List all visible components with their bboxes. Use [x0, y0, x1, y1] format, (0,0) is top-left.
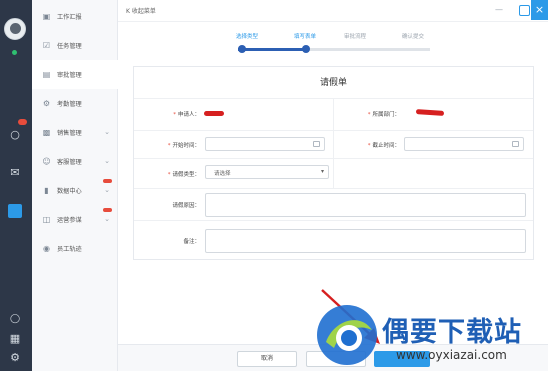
settings-gear-icon[interactable]: ⚙	[8, 351, 22, 365]
chat-icon[interactable]: ○	[8, 128, 22, 142]
app-rail: ○ ✉ ◯ ▦ ⚙	[0, 0, 32, 371]
watermark-url: www.oyxiazai.com	[396, 348, 507, 362]
step-1-dot	[238, 45, 246, 53]
calendar-icon[interactable]	[313, 141, 320, 147]
sidebar-item-label: 客服管理	[57, 159, 82, 166]
step-3-label: 审批流程	[344, 34, 367, 40]
chat-badge	[18, 119, 27, 125]
attendance-icon: ⚙	[42, 99, 51, 108]
step-2-label: 填写表单	[294, 34, 317, 40]
sidebar-item-attendance-management[interactable]: ⚙ 考勤管理	[32, 89, 118, 118]
remark-label: 备注：	[183, 239, 200, 245]
end-time-label: * 截止时间：	[367, 143, 400, 149]
online-status-icon	[12, 50, 17, 55]
sidebar-item-label: 数据中心	[57, 188, 82, 195]
applicant-redaction	[204, 111, 224, 116]
customer-service-icon: ☺	[42, 157, 51, 166]
sidebar-item-label: 员工轨迹	[57, 246, 82, 253]
sidebar-item-customer-service[interactable]: ☺ 客服管理 ⌄	[32, 147, 118, 176]
step-1-label: 选择类型	[236, 34, 259, 40]
sidebar: ▣ 工作汇报 ☑ 任务管理 ▤ 审批管理 ⚙ 考勤管理 ▩ 销售管理 ⌄ ☺ 客…	[32, 0, 118, 371]
calendar-icon[interactable]	[512, 141, 519, 147]
leave-request-form: 请假单 * 申请人： * 所属部门： * 开始时间： * 截止时间： * 请假类型： 请选…	[133, 66, 534, 260]
sidebar-item-label: 审批管理	[57, 72, 82, 79]
sidebar-item-sales-management[interactable]: ▩ 销售管理 ⌄	[32, 118, 118, 147]
sidebar-item-label: 考勤管理	[57, 101, 82, 108]
apps-grid-icon[interactable]: ▦	[8, 332, 22, 346]
page-header: K 收起菜单 — ×	[118, 0, 548, 22]
help-icon[interactable]: ◯	[8, 312, 22, 326]
sidebar-item-approval-management[interactable]: ▤ 审批管理	[32, 60, 118, 89]
new-badge	[103, 179, 112, 183]
step-progress-line	[238, 48, 308, 51]
collapse-menu-button[interactable]: K 收起菜单	[126, 6, 156, 15]
sidebar-item-data-center[interactable]: ▮ 数据中心 ⌄	[32, 176, 118, 205]
watermark: 偶要下载站 www.oyxiazai.com	[310, 300, 548, 371]
step-indicator: 选择类型 填写表单 审批流程 确认提交	[222, 28, 452, 58]
back-icon: K	[126, 8, 130, 15]
applicant-label: * 申请人：	[173, 112, 200, 118]
step-2-dot	[302, 45, 310, 53]
watermark-title: 偶要下载站	[382, 317, 522, 348]
step-remaining-line	[308, 48, 430, 51]
chevron-down-icon: ⌄	[104, 157, 110, 165]
sidebar-item-label: 运营参谋	[57, 217, 82, 224]
approval-icon: ▤	[42, 70, 51, 79]
mail-icon[interactable]: ✉	[8, 166, 22, 180]
chevron-down-icon: ⌄	[104, 128, 110, 136]
column-divider	[333, 99, 334, 189]
start-time-label: * 开始时间：	[167, 143, 200, 149]
avatar[interactable]	[4, 18, 26, 40]
leave-type-select[interactable]: 请选择 ▾	[205, 165, 329, 179]
reason-label: 请假原因：	[172, 203, 200, 209]
remark-textarea[interactable]	[205, 229, 526, 253]
data-center-icon: ▮	[44, 186, 49, 195]
sidebar-item-label: 任务管理	[57, 43, 82, 50]
caret-down-icon: ▾	[320, 168, 324, 175]
reason-textarea[interactable]	[205, 193, 526, 217]
task-icon: ☑	[42, 41, 51, 50]
watermark-logo-icon	[317, 305, 377, 365]
workspace-icon[interactable]	[8, 204, 22, 218]
sidebar-item-label: 销售管理	[57, 130, 82, 137]
leave-type-label: * 请假类型：	[167, 172, 200, 178]
leave-type-value: 请选择	[214, 171, 231, 177]
chevron-down-icon: ⌄	[104, 186, 110, 194]
new-badge	[103, 208, 112, 212]
end-time-input[interactable]	[404, 137, 524, 151]
sidebar-item-task-management[interactable]: ☑ 任务管理	[32, 31, 118, 60]
report-icon: ▣	[42, 12, 51, 21]
employee-track-icon: ◉	[43, 244, 50, 253]
operations-icon: ◫	[42, 215, 51, 224]
sales-icon: ▩	[42, 128, 51, 137]
sidebar-item-label: 工作汇报	[57, 14, 82, 21]
sidebar-item-operations[interactable]: ◫ 运营参谋 ⌄	[32, 205, 118, 234]
cancel-button[interactable]: 取消	[237, 351, 297, 367]
collapse-menu-label: 收起菜单	[131, 8, 156, 15]
minimize-icon[interactable]: —	[495, 5, 503, 15]
chevron-down-icon: ⌄	[104, 215, 110, 223]
start-time-input[interactable]	[205, 137, 325, 151]
maximize-icon[interactable]	[519, 5, 530, 16]
close-icon[interactable]: ×	[531, 0, 548, 20]
step-4-label: 确认提交	[402, 34, 425, 40]
form-title: 请假单	[134, 67, 533, 99]
department-label: * 所属部门：	[367, 112, 400, 118]
sidebar-item-work-report[interactable]: ▣ 工作汇报	[32, 2, 118, 31]
sidebar-item-employee-track[interactable]: ◉ 员工轨迹	[32, 234, 118, 263]
